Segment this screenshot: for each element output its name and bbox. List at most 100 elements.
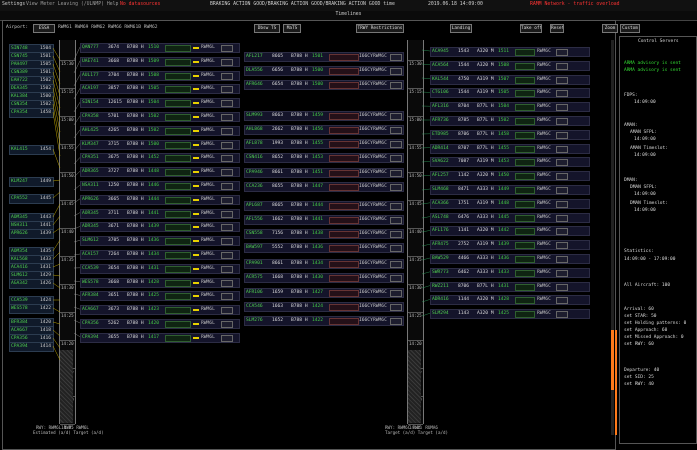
flight-strip[interactable]: NSA311 1250 B788 H 1446 RWM6L	[80, 181, 240, 191]
strip-menu-icon[interactable]	[221, 127, 233, 135]
flight-strip[interactable]: CCA236 8655 B788 H 1447 I66CY RWM6C	[244, 182, 404, 192]
flight-strip[interactable]: ACA945 1543 A320 M 1511 RWM6C	[430, 47, 590, 57]
list-item[interactable]: CPA354 1458	[9, 108, 54, 118]
strip-menu-icon[interactable]	[556, 311, 568, 319]
strip-menu-icon[interactable]	[390, 155, 402, 162]
strip-menu-icon[interactable]	[390, 304, 402, 311]
strip-menu-icon[interactable]	[556, 256, 568, 263]
flight-strip[interactable]: AFR475 2752 A319 M 1439 RWM6C	[430, 240, 590, 251]
flight-strip[interactable]: AFL176 1141 A320 M 1442 RWM6C	[430, 226, 590, 237]
strip-menu-icon[interactable]	[556, 214, 568, 222]
strip-menu-icon[interactable]	[390, 54, 402, 61]
settings-menu[interactable]: Settings	[2, 2, 25, 7]
menu-subtitle[interactable]: View Meter Leaving (/ULNMP) Help	[26, 2, 118, 7]
strip-menu-icon[interactable]	[556, 90, 568, 98]
flight-strip[interactable]: QAN777 3674 B788 H 1510 RWM6L	[80, 43, 240, 53]
list-item[interactable]: CPA552 1445	[9, 194, 54, 204]
flight-strip[interactable]: CPA356 5262 B788 H 1420 RWM6L	[80, 319, 240, 329]
strip-menu-icon[interactable]	[390, 261, 402, 268]
strip-menu-icon[interactable]	[221, 169, 233, 177]
strip-menu-icon[interactable]	[390, 170, 402, 177]
zoom-button[interactable]: Zoom	[602, 24, 618, 33]
flight-strip[interactable]: ACA667 3673 B788 H 1423 RWM6L	[80, 305, 240, 316]
list-item[interactable]: KAL415 1454	[9, 145, 54, 155]
strip-menu-icon[interactable]	[221, 224, 233, 232]
strip-menu-icon[interactable]	[390, 113, 402, 120]
flight-strip[interactable]: ADR365 3727 B788 H 1448 RWM6L	[80, 167, 240, 178]
strip-menu-icon[interactable]	[390, 217, 402, 224]
flight-strip[interactable]: BAW529 4466 A333 H 1436 RWM6C	[430, 254, 590, 264]
flight-strip[interactable]: SLM993 8663 B788 H 1459 I66CY RWM6C	[244, 111, 404, 121]
flight-strip[interactable]: KAL544 4750 A319 M 1507 RWM6C	[430, 74, 590, 85]
strip-menu-icon[interactable]	[556, 269, 568, 277]
flight-strip[interactable]: SLM612 3705 B788 H 1436 RWM6L	[80, 236, 240, 247]
strip-menu-icon[interactable]	[556, 145, 568, 153]
flight-strip[interactable]: WES578 3668 B788 H 1428 RWM6L	[80, 277, 240, 288]
strip-menu-icon[interactable]	[221, 155, 233, 163]
strip-menu-icon[interactable]	[221, 238, 233, 246]
strip-menu-icon[interactable]	[221, 141, 233, 149]
flight-strip[interactable]: AFR384 3651 B788 H 1425 RWM6L	[80, 291, 240, 302]
flight-strip[interactable]: ASL748 6476 A333 H 1445 RWM6C	[430, 212, 590, 223]
strip-menu-icon[interactable]	[390, 203, 402, 210]
airport-select[interactable]: ESSA	[33, 24, 55, 33]
list-item[interactable]: CPA394 1414	[9, 342, 54, 352]
strip-menu-icon[interactable]	[221, 100, 233, 108]
strip-menu-icon[interactable]	[556, 104, 568, 112]
flight-strip[interactable]: ETD985 8706 B77L H 1458 RWM6C	[430, 129, 590, 140]
list-item[interactable]: KLM247 1449	[9, 177, 54, 187]
flight-strip[interactable]: CCA539 3654 B788 H 1431 RWM6L	[80, 263, 240, 274]
take-off-button[interactable]: Take off	[520, 24, 542, 33]
strip-menu-icon[interactable]	[556, 187, 568, 194]
flight-strip[interactable]: AUL177 3704 B788 H 1508 RWM6L	[80, 70, 240, 81]
strip-menu-icon[interactable]	[390, 318, 402, 325]
mats-button[interactable]: MaTS	[283, 24, 301, 33]
flight-strip[interactable]: CPA901 8661 B788 H 1434 I66CY RWM6C	[244, 259, 404, 269]
strip-menu-icon[interactable]	[221, 196, 233, 204]
flight-strip[interactable]: CPA394 3655 B788 H 1417 RWM6L	[80, 332, 240, 343]
strip-menu-icon[interactable]	[221, 307, 233, 315]
strip-menu-icon[interactable]	[556, 76, 568, 84]
flight-strip[interactable]: SLM276 1652 B788 H 1422 I66CY RWM6C	[244, 316, 404, 326]
strip-menu-icon[interactable]	[221, 279, 233, 287]
strip-menu-icon[interactable]	[556, 200, 568, 208]
flight-strip[interactable]: AFR106 1659 B788 H 1427 I66CY RWM6C	[244, 288, 404, 298]
flight-strip[interactable]: ACA564 1544 A320 M 1508 RWM6C	[430, 60, 590, 71]
flight-strip[interactable]: AFL316 8704 B77L H 1504 RWM6C	[430, 102, 590, 113]
flight-strip[interactable]: APR626 3665 B788 H 1444 RWM6L	[80, 194, 240, 205]
strip-menu-icon[interactable]	[390, 275, 402, 282]
strip-menu-icon[interactable]	[221, 334, 233, 342]
flight-strip[interactable]: ACA157 7264 B788 H 1434 RWM6L	[80, 250, 240, 260]
flight-strip[interactable]: AHL425 4265 B788 H 1502 RWM6L	[80, 125, 240, 136]
flight-strip[interactable]: AHL868 2662 B788 H 1456 I66CY RWM6C	[244, 125, 404, 135]
flight-strip[interactable]: AFL217 8665 B788 H 1501 I66CY RWM6C	[244, 52, 404, 62]
flight-strip[interactable]: ADR416 1144 A320 M 1428 RWM6C	[430, 295, 590, 306]
list-item[interactable]: AGA342 1426	[9, 279, 54, 289]
strip-menu-icon[interactable]	[556, 228, 568, 236]
strip-menu-icon[interactable]	[556, 283, 568, 291]
strip-menu-icon[interactable]	[221, 86, 233, 94]
flight-strip[interactable]: SVA622 7087 A319 M 1453 RWM6C	[430, 157, 590, 168]
strip-menu-icon[interactable]	[221, 72, 233, 80]
strip-menu-icon[interactable]	[556, 62, 568, 70]
strip-menu-icon[interactable]	[390, 290, 402, 297]
flight-strip[interactable]: APL687 8665 B788 H 1444 I66CY RWM6C	[244, 201, 404, 211]
flight-strip[interactable]: CSN416 8652 B788 H 1453 I66CY RWM6C	[244, 153, 404, 163]
strip-menu-icon[interactable]	[221, 114, 233, 121]
flight-strip[interactable]: CSN558 7156 B788 H 1438 I66CY RWM6C	[244, 229, 404, 239]
flight-strip[interactable]: CPA946 8661 B788 H 1451 I66CY RWM6C	[244, 168, 404, 178]
strip-menu-icon[interactable]	[390, 68, 402, 75]
flight-strip[interactable]: AOR345 3711 B788 H 1441 RWM6L	[80, 208, 240, 219]
flight-strip[interactable]: AFL257 1142 A320 M 1450 RWM6C	[430, 171, 590, 182]
flight-strip[interactable]: SIN154 12615 B788 H 1504 RWM6L	[80, 98, 240, 109]
flight-strip[interactable]: CPA358 5701 B788 H 1502 RWM6L	[80, 112, 240, 122]
flight-strip[interactable]: AFL878 1993 B788 H 1455 I66CY RWM6C	[244, 139, 404, 149]
strip-menu-icon[interactable]	[221, 45, 233, 52]
flight-strip[interactable]: SWR773 6462 A333 H 1433 RWM6C	[430, 267, 590, 278]
strip-menu-icon[interactable]	[556, 118, 568, 125]
dbsw-ts-button[interactable]: Dbsw TS	[254, 24, 280, 33]
flight-strip[interactable]: SLM468 8471 A333 H 1449 RWM6C	[430, 185, 590, 195]
strip-menu-icon[interactable]	[221, 58, 233, 66]
flight-strip[interactable]: UAE741 3668 B788 H 1509 RWM6L	[80, 56, 240, 67]
timeline-scroll-thumb[interactable]	[611, 330, 614, 390]
